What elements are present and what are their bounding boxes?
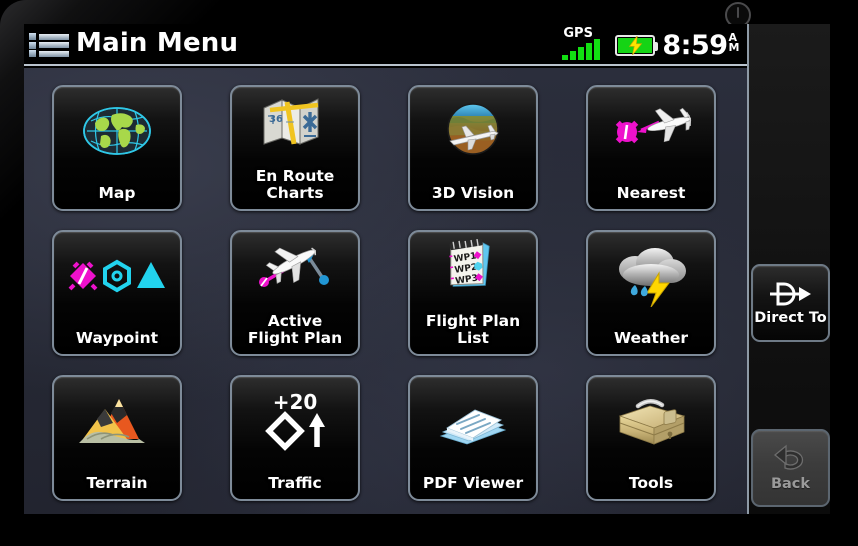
tile-tools[interactable]: Tools	[586, 375, 716, 501]
status-area: GPS 8:59 A M	[562, 26, 740, 64]
tile-pdf-viewer[interactable]: PDF Viewer	[408, 375, 538, 501]
header-bar: Main Menu GPS 8:59 A M	[24, 24, 747, 66]
tile-label: Terrain	[86, 474, 148, 492]
menu-icon-row	[29, 41, 69, 49]
hamburger-list-icon[interactable]	[29, 31, 69, 59]
tile-weather[interactable]: Weather	[586, 230, 716, 356]
tile-waypoint[interactable]: Waypoint	[52, 230, 182, 356]
aircraft-to-waypoint-icon	[588, 95, 714, 167]
tile-label: Waypoint	[75, 329, 159, 347]
menu-icon-row	[29, 50, 69, 57]
gps-status: GPS	[562, 27, 608, 63]
waypoint-symbols-icon	[54, 240, 180, 312]
clock-ampm: A M	[728, 32, 740, 54]
power-icon-stem	[736, 7, 740, 18]
charging-bolt-icon	[628, 35, 643, 55]
main-panel: Map 36 En Route Charts 3D Vision Nearest…	[24, 68, 747, 514]
back-button[interactable]: Back	[751, 429, 830, 507]
direct-to-icon	[769, 282, 811, 306]
clock-time: 8:59	[662, 29, 728, 61]
folded-chart-icon: 36	[232, 89, 358, 151]
tile-label: En Route Charts	[255, 167, 335, 202]
clock: 8:59 A M	[662, 32, 739, 59]
traffic-diamond-icon: +20	[232, 385, 358, 457]
direct-to-label: Direct To	[754, 310, 827, 326]
page-title: Main Menu	[76, 28, 239, 58]
tile-label: 3D Vision	[431, 184, 515, 202]
tile-label: Map	[98, 184, 136, 202]
tile-label: PDF Viewer	[422, 474, 524, 492]
screen: Main Menu GPS 8:59 A M Map 36 En Route C…	[24, 24, 830, 514]
menu-icon-row	[29, 33, 69, 40]
traffic-badge-text: +20	[273, 390, 318, 414]
tile-nearest[interactable]: Nearest	[586, 85, 716, 211]
tile-label: Tools	[628, 474, 674, 492]
mountain-icon	[54, 385, 180, 457]
terrain-aircraft-icon	[410, 95, 536, 167]
aircraft-route-icon	[232, 234, 358, 296]
tile-3d-vision[interactable]: 3D Vision	[408, 85, 538, 211]
gps-device: Main Menu GPS 8:59 A M Map 36 En Route C…	[0, 0, 858, 546]
tile-label: Nearest	[616, 184, 686, 202]
documents-icon	[410, 385, 536, 457]
cloud-lightning-rain-icon	[588, 240, 714, 312]
back-label: Back	[770, 476, 811, 492]
gps-signal-bars	[562, 39, 601, 60]
globe-icon	[54, 95, 180, 167]
tile-label: Traffic	[268, 474, 322, 492]
tile-terrain[interactable]: Terrain	[52, 375, 182, 501]
tile-label: Weather	[613, 329, 689, 347]
tile-active-flight-plan[interactable]: Active Flight Plan	[230, 230, 360, 356]
tile-flight-plan-list[interactable]: WP1 WP2 WP3 Flight Plan List	[408, 230, 538, 356]
tile-en-route-charts[interactable]: 36 En Route Charts	[230, 85, 360, 211]
sidebar: Direct To Back	[747, 24, 830, 514]
battery-charging-icon	[615, 34, 659, 56]
tile-map[interactable]: Map	[52, 85, 182, 211]
toolbox-icon	[588, 385, 714, 457]
tile-traffic[interactable]: +20 Traffic	[230, 375, 360, 501]
tile-label: Active Flight Plan	[247, 312, 343, 347]
menu-grid: Map 36 En Route Charts 3D Vision Nearest…	[24, 68, 747, 514]
back-arrow-icon	[773, 444, 803, 470]
notepad-waypoints-icon: WP1 WP2 WP3	[410, 234, 536, 296]
direct-to-button[interactable]: Direct To	[751, 264, 830, 342]
tile-label: Flight Plan List	[425, 312, 521, 347]
clock-m: M	[728, 40, 740, 54]
